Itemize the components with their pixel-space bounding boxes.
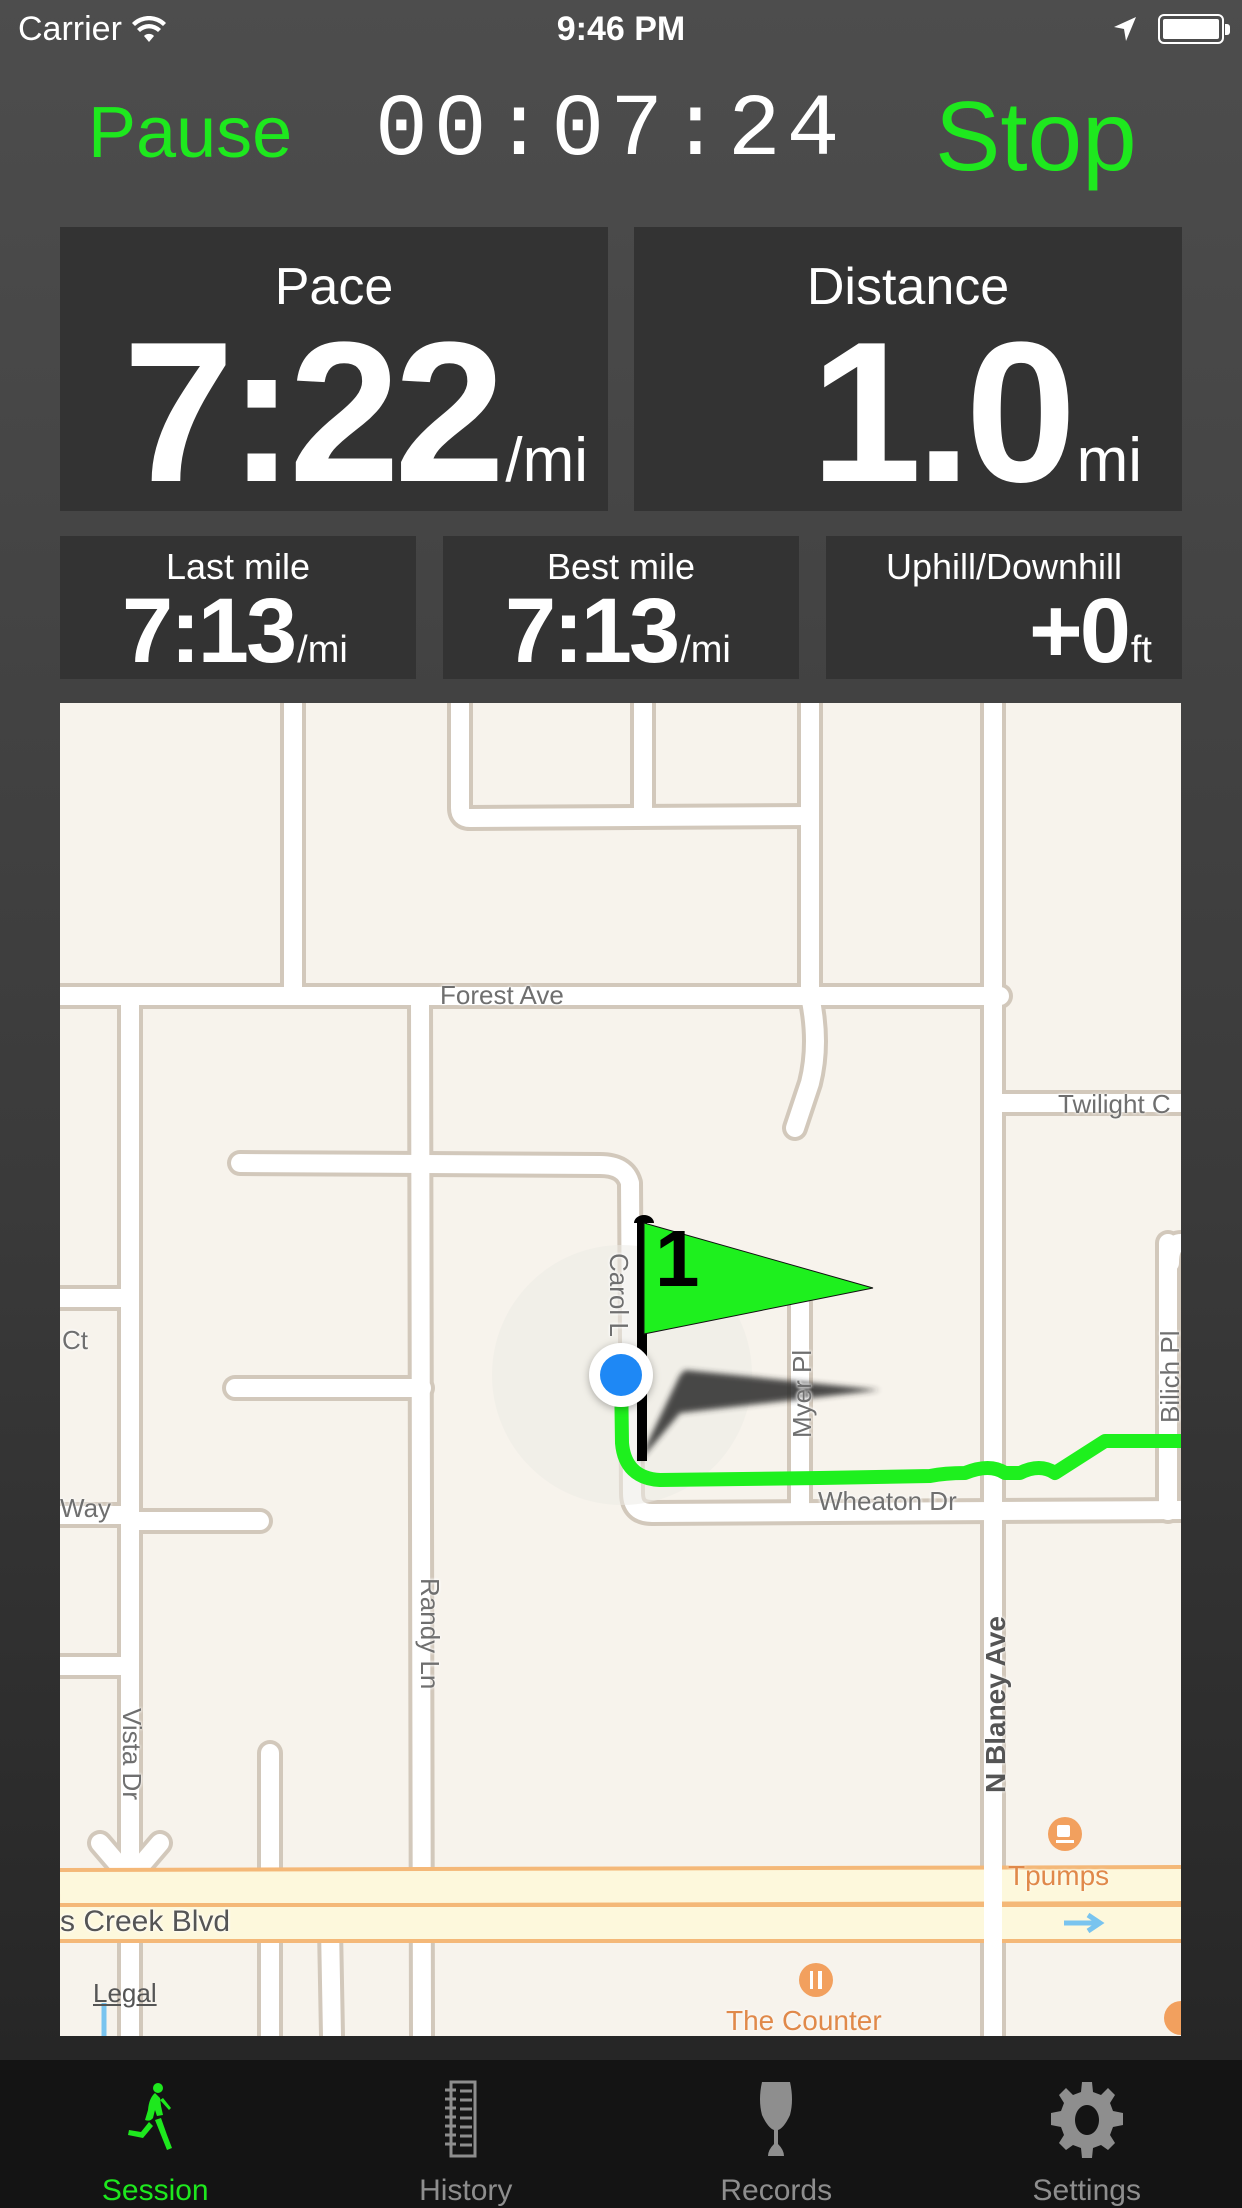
street-label: Wheaton Dr — [818, 1486, 957, 1516]
map-canvas — [60, 703, 1181, 2036]
legal-link[interactable]: Legal — [93, 1978, 157, 2009]
last-mile-tile: Last mile 7:13 /mi — [60, 536, 416, 679]
tab-records[interactable]: Records — [621, 2060, 932, 2208]
street-label: N Blaney Ave — [980, 1616, 1011, 1793]
last-mile-value: 7:13 — [122, 580, 297, 682]
best-mile-tile: Best mile 7:13 /mi — [443, 536, 799, 679]
street-label: s Creek Blvd — [60, 1905, 231, 1938]
street-label: Carol L — [604, 1253, 634, 1337]
pause-button[interactable]: Pause — [88, 92, 292, 174]
status-bar: Carrier 9:46 PM — [0, 0, 1242, 60]
best-mile-value: 7:13 — [505, 580, 680, 682]
distance-tile: Distance 1.0 mi — [634, 227, 1182, 524]
poi-icon[interactable] — [1164, 2001, 1181, 2035]
elevation-value: +0 — [1028, 580, 1131, 682]
poi-label-tpumps[interactable]: Tpumps — [1008, 1860, 1109, 1892]
elevation-unit: ft — [1130, 629, 1152, 671]
elapsed-timer: 00:07:24 — [375, 82, 846, 181]
poi-label-the-counter[interactable]: The Counter — [726, 2005, 882, 2036]
tab-label: Records — [720, 2174, 833, 2207]
route-map[interactable]: 1 Forest Ave Twilight C Carol L Myer Pl … — [60, 703, 1181, 2036]
pace-value: 7:22 — [123, 301, 505, 524]
elevation-tile: Uphill/Downhill +0 ft — [826, 536, 1182, 679]
pace-tile: Pace 7:22 /mi — [60, 227, 608, 524]
distance-value: 1.0 — [810, 301, 1077, 524]
user-location-dot — [589, 1343, 653, 1407]
tab-label: History — [419, 2174, 513, 2207]
mile-marker-number: 1 — [655, 1214, 700, 1303]
elevation-title: Uphill/Downhill — [885, 546, 1123, 587]
street-label: Myer Pl — [787, 1349, 817, 1438]
street-label: Forest Ave — [440, 980, 564, 1010]
street-label: Twilight C — [1058, 1089, 1171, 1119]
tab-bar: Session History Records Settings — [0, 2060, 1242, 2208]
tab-history[interactable]: History — [311, 2060, 622, 2208]
notebook-icon — [444, 2080, 477, 2158]
trophy-icon — [760, 2082, 793, 2156]
street-label: Bilich Pl — [1155, 1330, 1181, 1423]
last-mile-unit: /mi — [297, 629, 348, 671]
restaurant-poi-icon[interactable] — [799, 1963, 833, 1997]
street-label: Vista Dr — [117, 1708, 147, 1800]
tab-settings[interactable]: Settings — [932, 2060, 1242, 2208]
battery-icon — [1158, 14, 1230, 44]
distance-unit: mi — [1076, 426, 1142, 495]
session-controls: Pause 00:07:24 Stop — [0, 70, 1242, 200]
street-label: Way — [60, 1493, 112, 1523]
coffee-poi-icon[interactable] — [1048, 1817, 1082, 1851]
pace-unit: /mi — [505, 426, 588, 495]
location-arrow-icon — [1114, 17, 1136, 41]
stop-button[interactable]: Stop — [935, 80, 1137, 193]
best-mile-unit: /mi — [680, 629, 731, 671]
street-label: Ct — [62, 1325, 88, 1355]
runner-icon — [128, 2083, 173, 2150]
gear-icon — [1050, 2082, 1123, 2158]
tab-label: Settings — [1032, 2174, 1141, 2207]
street-label: Randy Ln — [415, 1578, 445, 1690]
status-time: 9:46 PM — [556, 10, 686, 48]
tab-label: Session — [101, 2174, 209, 2207]
tab-session[interactable]: Session — [0, 2060, 311, 2208]
